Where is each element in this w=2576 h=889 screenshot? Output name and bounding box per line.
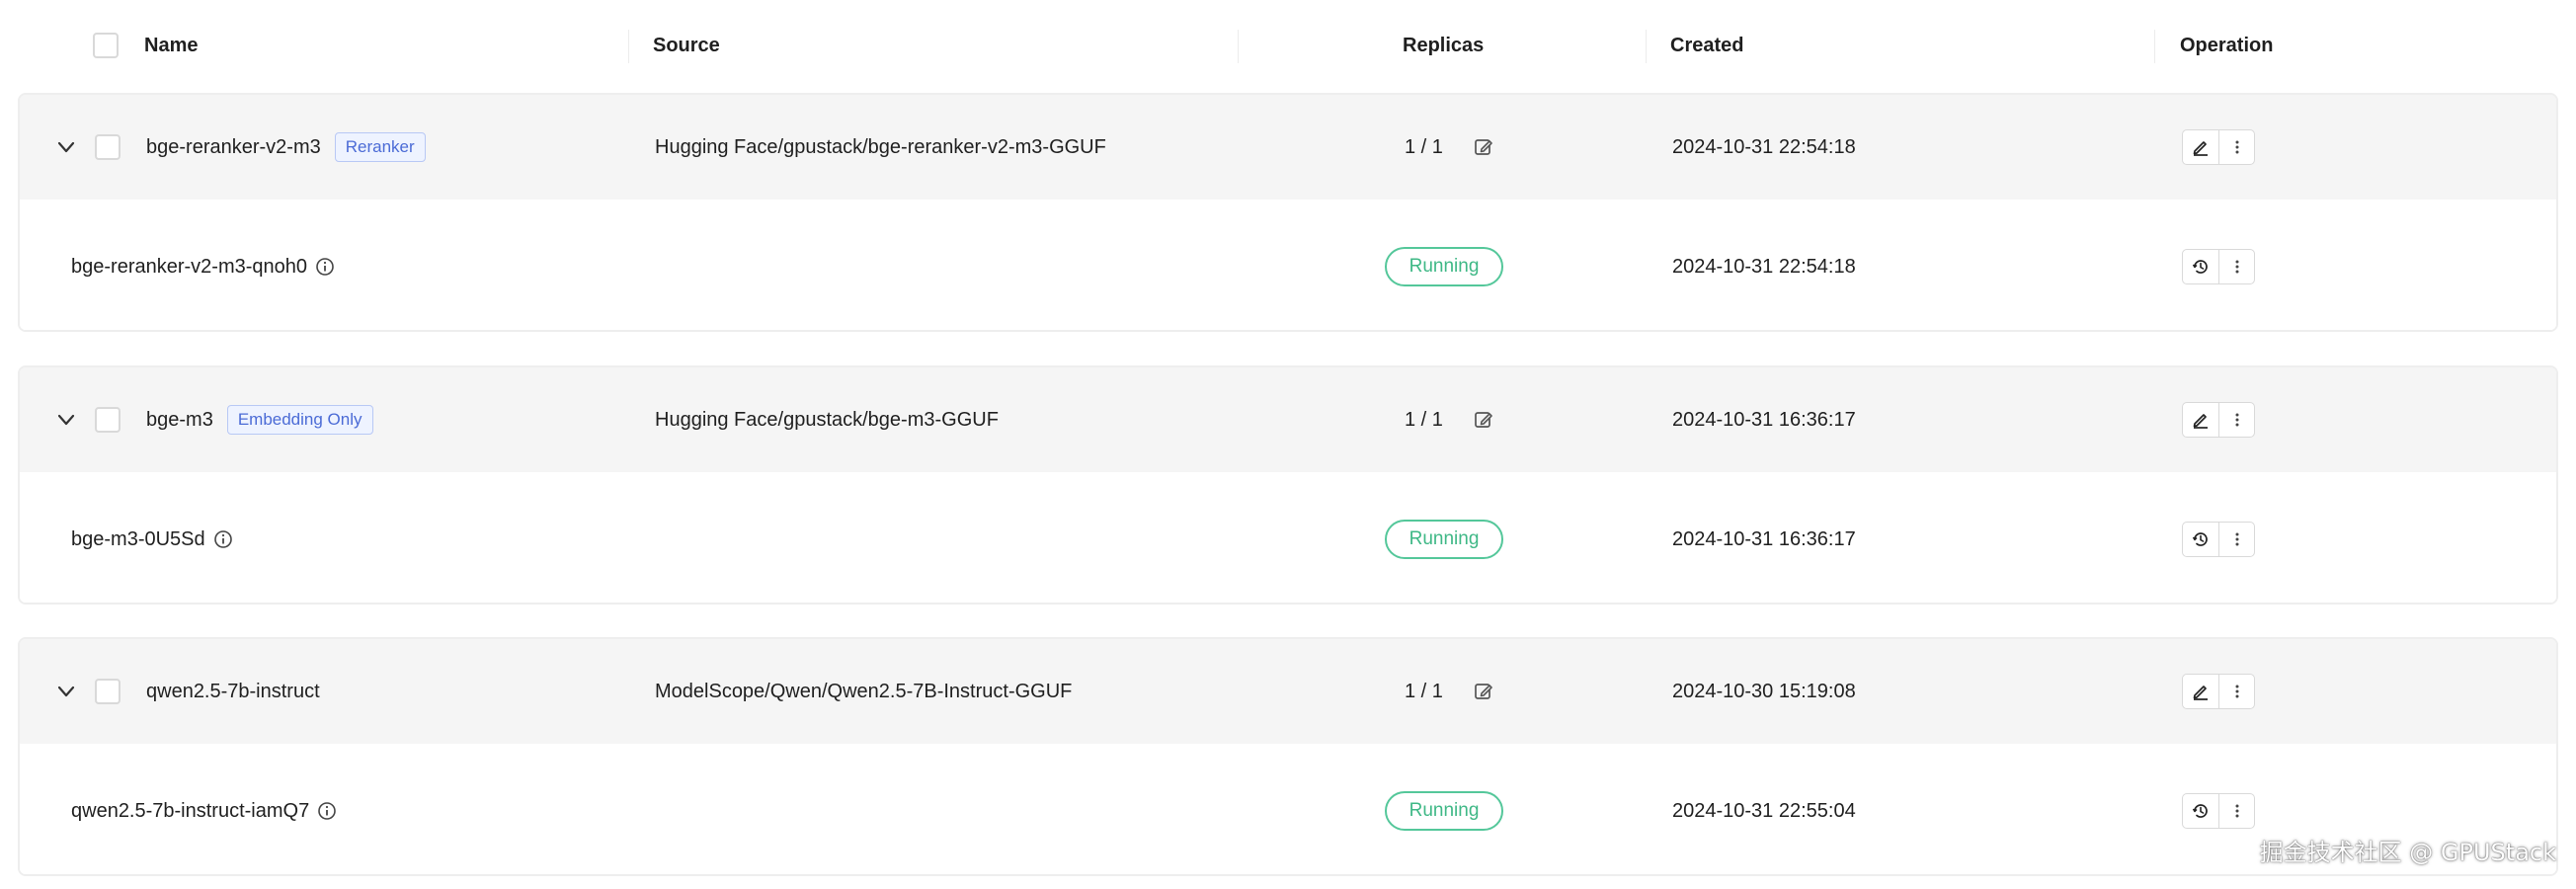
column-header-created[interactable]: Created — [1670, 0, 1743, 91]
instance-created-time: 2024-10-31 22:55:04 — [1672, 799, 1856, 822]
view-logs-button[interactable] — [2183, 250, 2218, 283]
instance-name: qwen2.5-7b-instruct-iamQ7 — [71, 799, 310, 822]
instance-name: bge-m3-0U5Sd — [71, 527, 205, 550]
instance-row[interactable]: qwen2.5-7b-instruct-iamQ7 Running 2024-1… — [20, 744, 2556, 874]
edit-square-icon[interactable] — [1473, 136, 1494, 158]
instance-name-cell: bge-m3-0U5Sd — [71, 472, 233, 603]
operation-buttons — [2182, 402, 2255, 438]
model-name[interactable]: bge-reranker-v2-m3 — [146, 136, 321, 159]
status-badge: Running — [1385, 247, 1503, 286]
replicas-count: 1 / 1 — [1405, 135, 1443, 158]
model-row[interactable]: bge-m3 Embedding Only Hugging Face/gpust… — [20, 367, 2556, 472]
more-vertical-icon — [2235, 532, 2238, 546]
instance-name: bge-reranker-v2-m3-qnoh0 — [71, 255, 308, 278]
model-group: bge-reranker-v2-m3 Reranker Hugging Face… — [18, 93, 2558, 332]
edit-square-icon[interactable] — [1473, 409, 1494, 431]
model-name-cell: qwen2.5-7b-instruct — [146, 639, 320, 744]
instance-operation-buttons — [2182, 522, 2255, 557]
category-tag: Embedding Only — [226, 405, 373, 435]
more-button[interactable] — [2218, 403, 2254, 437]
more-button[interactable] — [2218, 130, 2254, 164]
info-circle-icon[interactable] — [213, 529, 233, 549]
select-all-checkbox[interactable] — [93, 33, 119, 58]
row-checkbox[interactable] — [95, 679, 121, 704]
column-divider — [1238, 30, 1239, 63]
column-header-name[interactable]: Name — [144, 0, 198, 91]
more-vertical-icon — [2235, 413, 2238, 427]
pencil-icon — [2193, 686, 2208, 700]
column-divider — [1646, 30, 1647, 63]
model-group: qwen2.5-7b-instruct ModelScope/Qwen/Qwen… — [18, 637, 2558, 876]
instance-name-cell: bge-reranker-v2-m3-qnoh0 — [71, 200, 335, 330]
column-header-source[interactable]: Source — [653, 0, 720, 91]
column-header-replicas[interactable]: Replicas — [1403, 0, 1484, 91]
instance-created-time: 2024-10-31 16:36:17 — [1672, 527, 1856, 550]
instance-created-time: 2024-10-31 22:54:18 — [1672, 255, 1856, 278]
chevron-down-icon[interactable] — [55, 136, 77, 158]
column-divider — [628, 30, 629, 63]
more-button[interactable] — [2218, 794, 2254, 828]
edit-button[interactable] — [2183, 675, 2218, 708]
history-clock-icon — [2192, 260, 2208, 274]
chevron-down-icon[interactable] — [55, 409, 77, 431]
view-logs-button[interactable] — [2183, 794, 2218, 828]
row-checkbox[interactable] — [95, 407, 121, 433]
model-row[interactable]: qwen2.5-7b-instruct ModelScope/Qwen/Qwen… — [20, 639, 2556, 744]
model-source: ModelScope/Qwen/Qwen2.5-7B-Instruct-GGUF — [655, 680, 1073, 702]
status-cell: Running — [1385, 744, 1503, 874]
status-cell: Running — [1385, 200, 1503, 330]
replicas-count: 1 / 1 — [1405, 680, 1443, 702]
instance-name-cell: qwen2.5-7b-instruct-iamQ7 — [71, 744, 337, 874]
edit-button[interactable] — [2183, 130, 2218, 164]
model-name[interactable]: qwen2.5-7b-instruct — [146, 681, 320, 703]
replicas-cell: 1 / 1 — [1405, 95, 1494, 200]
view-logs-button[interactable] — [2183, 523, 2218, 556]
column-divider — [2154, 30, 2155, 63]
instance-row[interactable]: bge-m3-0U5Sd Running 2024-10-31 16:36:17 — [20, 472, 2556, 603]
model-source: Hugging Face/gpustack/bge-m3-GGUF — [655, 408, 999, 431]
more-button[interactable] — [2218, 523, 2254, 556]
edit-button[interactable] — [2183, 403, 2218, 437]
pencil-icon — [2193, 414, 2208, 429]
row-checkbox[interactable] — [95, 134, 121, 160]
info-circle-icon[interactable] — [315, 257, 335, 277]
more-vertical-icon — [2235, 685, 2238, 698]
created-time: 2024-10-31 16:36:17 — [1672, 408, 1856, 431]
category-tag: Reranker — [334, 132, 426, 162]
status-badge: Running — [1385, 520, 1503, 559]
table-header: Name Source Replicas Created Operation — [0, 0, 2576, 91]
status-badge: Running — [1385, 791, 1503, 831]
model-group: bge-m3 Embedding Only Hugging Face/gpust… — [18, 365, 2558, 605]
model-name-cell: bge-m3 Embedding Only — [146, 367, 373, 472]
model-row[interactable]: bge-reranker-v2-m3 Reranker Hugging Face… — [20, 95, 2556, 200]
info-circle-icon[interactable] — [317, 801, 337, 821]
more-vertical-icon — [2235, 260, 2238, 274]
edit-square-icon[interactable] — [1473, 681, 1494, 702]
instance-row[interactable]: bge-reranker-v2-m3-qnoh0 Running 2024-10… — [20, 200, 2556, 330]
more-vertical-icon — [2235, 140, 2238, 154]
status-cell: Running — [1385, 472, 1503, 603]
replicas-cell: 1 / 1 — [1405, 639, 1494, 744]
instance-operation-buttons — [2182, 793, 2255, 829]
more-button[interactable] — [2218, 250, 2254, 283]
instance-operation-buttons — [2182, 249, 2255, 284]
model-name-cell: bge-reranker-v2-m3 Reranker — [146, 95, 426, 200]
operation-buttons — [2182, 129, 2255, 165]
replicas-cell: 1 / 1 — [1405, 367, 1494, 472]
more-button[interactable] — [2218, 675, 2254, 708]
history-clock-icon — [2192, 804, 2208, 818]
watermark: 掘金技术社区 @ GPUStack — [2259, 839, 2556, 866]
operation-buttons — [2182, 674, 2255, 709]
created-time: 2024-10-31 22:54:18 — [1672, 135, 1856, 158]
pencil-icon — [2193, 141, 2208, 156]
created-time: 2024-10-30 15:19:08 — [1672, 680, 1856, 702]
more-vertical-icon — [2235, 804, 2238, 818]
column-header-operation: Operation — [2180, 34, 2274, 56]
model-name[interactable]: bge-m3 — [146, 409, 213, 432]
replicas-count: 1 / 1 — [1405, 408, 1443, 431]
chevron-down-icon[interactable] — [55, 681, 77, 702]
history-clock-icon — [2192, 532, 2208, 546]
model-source: Hugging Face/gpustack/bge-reranker-v2-m3… — [655, 135, 1106, 158]
